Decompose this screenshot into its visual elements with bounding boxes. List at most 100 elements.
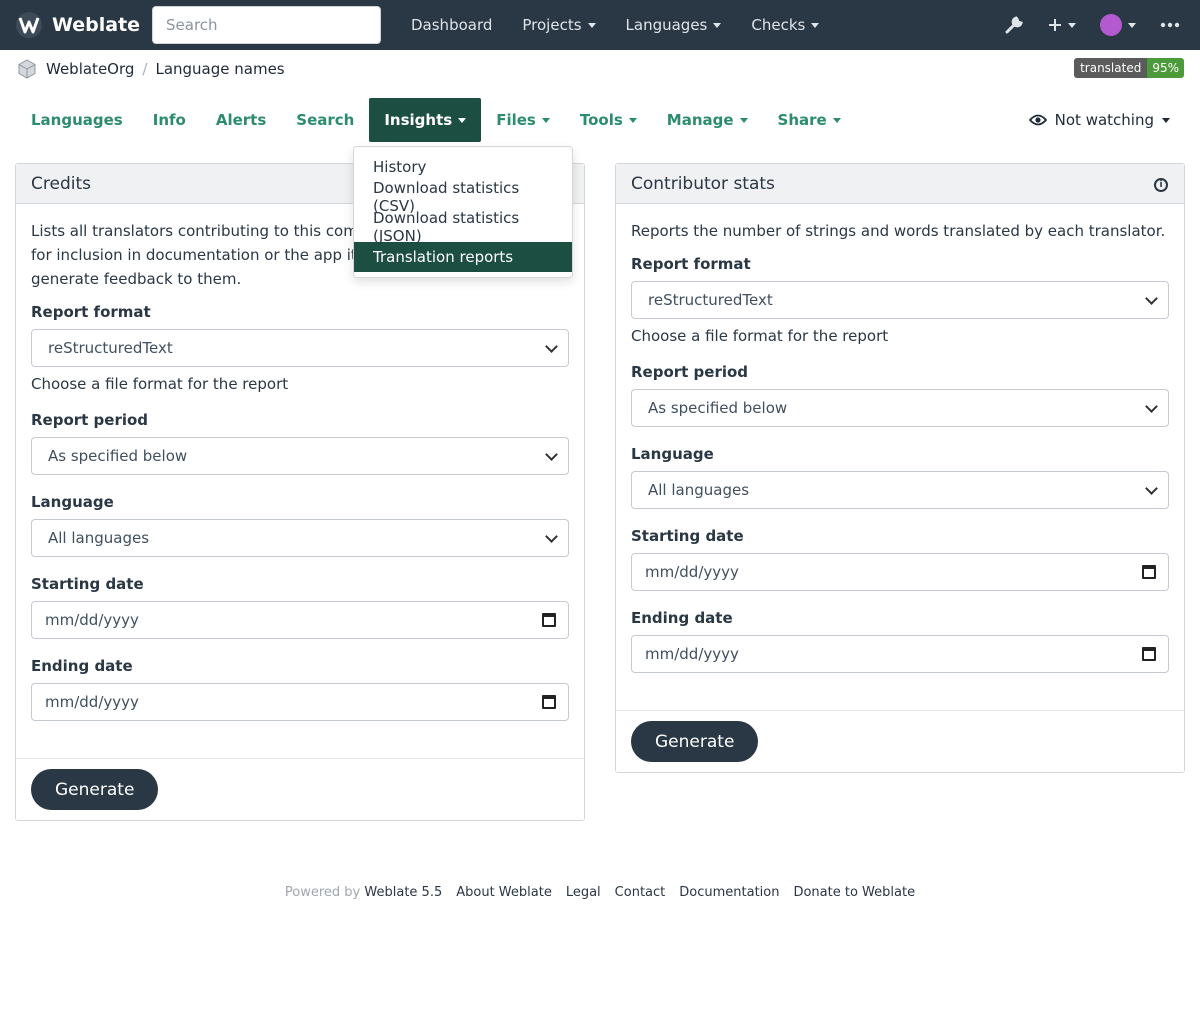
stats-generate-button[interactable]: Generate <box>631 721 759 762</box>
footer-link-contact[interactable]: Contact <box>615 885 666 900</box>
breadcrumb-component[interactable]: Language names <box>155 60 284 78</box>
insights-dropdown-menu: History Download statistics (CSV) Downlo… <box>353 146 573 278</box>
menu-item-translation-reports[interactable]: Translation reports <box>354 242 572 272</box>
stats-body: Reports the number of strings and words … <box>616 204 1184 673</box>
credits-format-select[interactable]: reStructuredText <box>31 329 569 367</box>
credits-period-select[interactable]: As specified below <box>31 437 569 475</box>
stats-end-date-input[interactable]: mm/dd/yyyy <box>631 635 1169 673</box>
tab-insights[interactable]: Insights <box>369 98 482 142</box>
component-tabs: Languages Info Alerts Search Insights Fi… <box>16 98 856 142</box>
watch-toggle[interactable]: Not watching <box>1028 98 1170 142</box>
stats-start-label: Starting date <box>631 527 744 545</box>
tab-search[interactable]: Search <box>281 98 369 142</box>
nav-languages[interactable]: Languages <box>611 16 737 34</box>
tab-files[interactable]: Files <box>481 98 565 142</box>
more-menu-button[interactable] <box>1160 22 1180 28</box>
chevron-down-icon <box>1145 399 1158 413</box>
caret-down-icon <box>1128 22 1136 28</box>
wrench-button[interactable] <box>1004 15 1024 35</box>
stats-language-select[interactable]: All languages <box>631 471 1169 509</box>
eye-icon <box>1028 114 1047 126</box>
tab-share[interactable]: Share <box>763 98 856 142</box>
caret-down-icon <box>739 117 748 123</box>
tab-tools[interactable]: Tools <box>565 98 652 142</box>
breadcrumb-separator: / <box>142 60 148 78</box>
nav-right <box>1004 0 1180 50</box>
footer-link-about[interactable]: About Weblate <box>456 885 552 900</box>
footer-powered-by: Powered by <box>284 885 361 900</box>
page-footer: Powered by Weblate 5.5 About Weblate Leg… <box>0 885 1200 900</box>
menu-item-download-json[interactable]: Download statistics (JSON) <box>354 209 572 245</box>
calendar-icon[interactable] <box>542 695 556 709</box>
info-icon[interactable]: i <box>1154 178 1168 192</box>
caret-down-icon <box>811 22 820 28</box>
credits-language-group: Language All languages <box>31 493 569 557</box>
brand[interactable]: Weblate <box>14 11 140 39</box>
add-menu-button[interactable] <box>1048 18 1076 32</box>
badge-value: 95% <box>1147 58 1184 78</box>
tab-info[interactable]: Info <box>138 98 201 142</box>
calendar-icon[interactable] <box>542 613 556 627</box>
breadcrumb: WeblateOrg / Language names <box>16 57 285 81</box>
calendar-icon[interactable] <box>1142 565 1156 579</box>
stats-format-select[interactable]: reStructuredText <box>631 281 1169 319</box>
stats-period-value: As specified below <box>648 399 788 417</box>
tab-files-label: Files <box>496 111 536 129</box>
credits-start-label: Starting date <box>31 575 144 593</box>
caret-down-icon <box>1162 117 1170 123</box>
search-input[interactable] <box>152 6 381 44</box>
menu-item-history[interactable]: History <box>354 152 572 182</box>
calendar-icon[interactable] <box>1142 647 1156 661</box>
credits-start-value: mm/dd/yyyy <box>45 611 139 629</box>
credits-format-group: Report format reStructuredText Choose a … <box>31 303 569 393</box>
credits-format-help: Choose a file format for the report <box>31 375 289 393</box>
nav-dashboard[interactable]: Dashboard <box>396 16 507 34</box>
chevron-down-icon <box>1145 481 1158 495</box>
caret-down-icon <box>541 117 550 123</box>
menu-item-download-csv[interactable]: Download statistics (CSV) <box>354 179 572 215</box>
credits-start-date-input[interactable]: mm/dd/yyyy <box>31 601 569 639</box>
nav-dashboard-label: Dashboard <box>411 16 493 34</box>
stats-title: Contributor stats <box>631 173 775 194</box>
nav-projects[interactable]: Projects <box>507 16 610 34</box>
stats-language-group: Language All languages <box>631 445 1169 509</box>
nav-checks[interactable]: Checks <box>736 16 834 34</box>
stats-start-date-input[interactable]: mm/dd/yyyy <box>631 553 1169 591</box>
weblate-logo-icon <box>16 12 42 38</box>
tab-insights-label: Insights <box>384 111 453 129</box>
nav-checks-label: Checks <box>751 16 806 34</box>
stats-description: Reports the number of strings and words … <box>631 222 1166 240</box>
credits-end-date-input[interactable]: mm/dd/yyyy <box>31 683 569 721</box>
brand-name: Weblate <box>52 14 141 36</box>
main-nav: Dashboard Projects Languages Checks <box>396 0 834 50</box>
breadcrumb-project[interactable]: WeblateOrg <box>46 60 134 78</box>
credits-end-group: Ending date mm/dd/yyyy <box>31 657 569 721</box>
footer-version-link[interactable]: Powered by Weblate 5.5 <box>285 885 442 900</box>
credits-period-group: Report period As specified below <box>31 411 569 475</box>
credits-generate-button[interactable]: Generate <box>31 769 159 810</box>
footer-link-documentation[interactable]: Documentation <box>679 885 779 900</box>
nav-projects-label: Projects <box>522 16 582 34</box>
translated-badge[interactable]: translated 95% <box>1074 58 1184 78</box>
stats-start-group: Starting date mm/dd/yyyy <box>631 527 1169 591</box>
caret-down-icon <box>458 117 467 123</box>
credits-title: Credits <box>31 173 91 194</box>
credits-start-group: Starting date mm/dd/yyyy <box>31 575 569 639</box>
footer-link-legal[interactable]: Legal <box>566 885 601 900</box>
chevron-down-icon <box>1145 291 1158 305</box>
footer-link-donate[interactable]: Donate to Weblate <box>793 885 915 900</box>
stats-period-select[interactable]: As specified below <box>631 389 1169 427</box>
tab-alerts[interactable]: Alerts <box>201 98 281 142</box>
tab-manage[interactable]: Manage <box>652 98 763 142</box>
credits-language-select[interactable]: All languages <box>31 519 569 557</box>
credits-language-value: All languages <box>48 529 150 547</box>
wrench-icon <box>1005 16 1023 34</box>
user-menu-button[interactable] <box>1100 14 1136 36</box>
watch-label: Not watching <box>1054 111 1154 129</box>
stats-start-value: mm/dd/yyyy <box>645 563 739 581</box>
chevron-down-icon <box>545 447 558 461</box>
tab-share-label: Share <box>777 111 827 129</box>
tab-languages[interactable]: Languages <box>16 98 138 142</box>
stats-format-help: Choose a file format for the report <box>631 327 889 345</box>
tab-manage-label: Manage <box>666 111 734 129</box>
